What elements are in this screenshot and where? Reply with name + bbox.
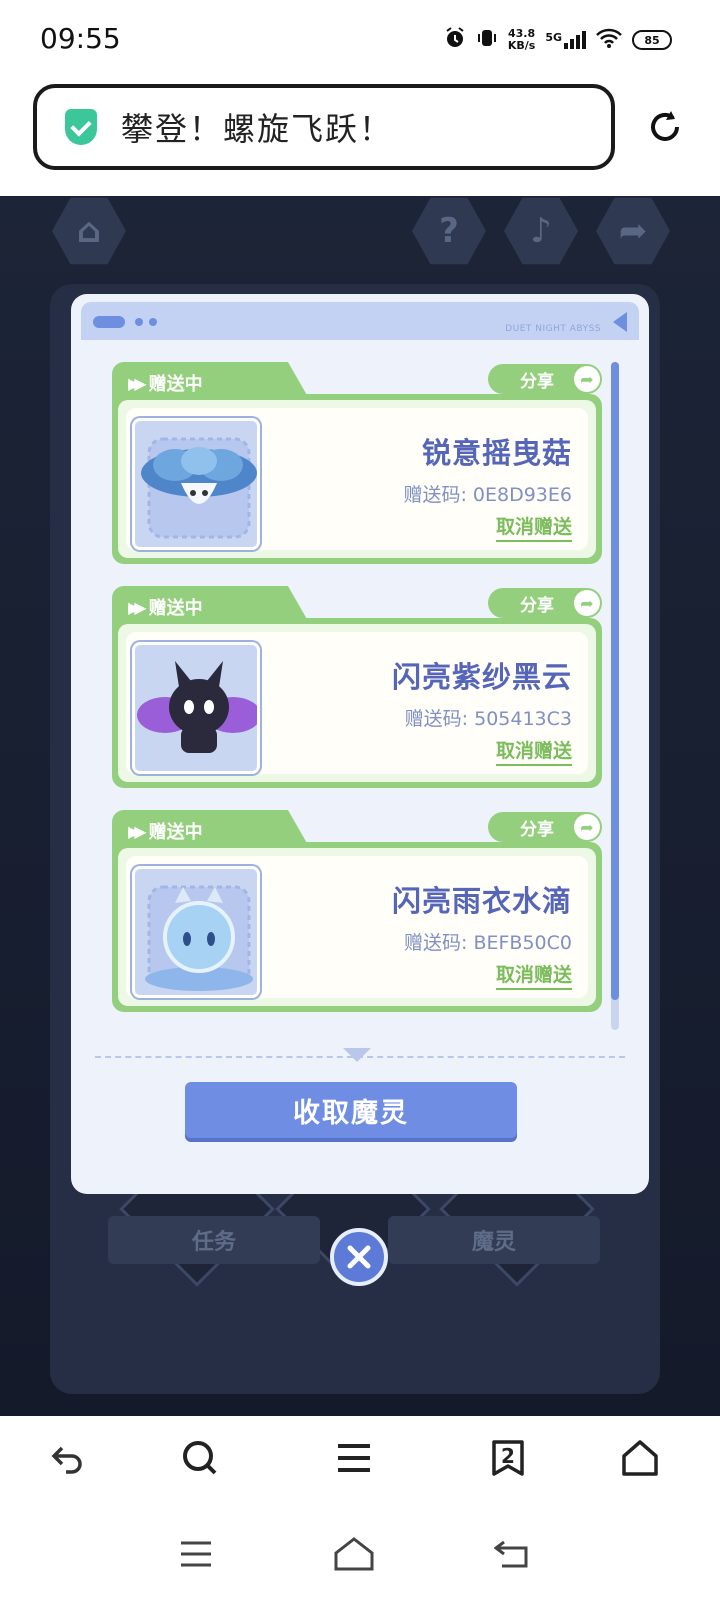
share-label: 分享 xyxy=(520,371,554,392)
modal-header: DUET NIGHT ABYSS xyxy=(81,302,639,340)
gift-status-label: 赠送中 xyxy=(148,822,203,843)
close-button[interactable] xyxy=(330,1228,388,1286)
water-drop-spirit-image xyxy=(132,866,260,998)
card-body: 锐意摇曳菇 赠送码: 0E8D93E6 取消赠送 xyxy=(112,394,602,564)
music-hex-icon[interactable]: ♪ xyxy=(504,197,578,265)
card-content: 闪亮雨衣水滴 赠送码: BEFB50C0 取消赠送 xyxy=(126,856,588,998)
mushroom-spirit-image xyxy=(132,418,260,550)
gift-code: 赠送码: 0E8D93E6 xyxy=(403,484,572,506)
header-triangle-icon xyxy=(613,312,627,332)
system-home-button[interactable] xyxy=(332,1532,376,1576)
share-hex-icon[interactable]: ➦ xyxy=(596,197,670,265)
gift-status-label: 赠送中 xyxy=(148,598,203,619)
gift-code: 赠送码: 505413C3 xyxy=(404,708,572,730)
signal-icon: 5G xyxy=(545,31,586,49)
search-button[interactable] xyxy=(176,1434,224,1482)
system-back-icon xyxy=(494,1540,528,1568)
home-button[interactable] xyxy=(616,1434,664,1482)
item-name: 闪亮紫纱黑云 xyxy=(391,660,572,694)
collect-spirit-button[interactable]: 收取魔灵 xyxy=(185,1082,517,1138)
gift-modal: DUET NIGHT ABYSS ▶▶ 赠送中 分享 ➦ 锐意摇曳菇 赠送码: … xyxy=(71,294,649,1194)
system-navigation xyxy=(0,1512,720,1600)
wifi-icon xyxy=(596,28,622,52)
page-title: 攀登！螺旋飞跃！ xyxy=(121,110,394,148)
fast-forward-icon: ▶▶ xyxy=(128,373,146,393)
header-decoration xyxy=(93,316,125,328)
share-arrow-icon: ➦ xyxy=(574,366,600,392)
task-tab[interactable]: 任务 xyxy=(108,1216,320,1264)
header-brand: DUET NIGHT ABYSS xyxy=(505,324,601,334)
help-hex-icon[interactable]: ? xyxy=(412,197,486,265)
back-icon xyxy=(51,1446,82,1474)
share-button[interactable]: 分享 ➦ xyxy=(488,588,602,618)
menu-icon xyxy=(338,1444,370,1472)
spirit-tab[interactable]: 魔灵 xyxy=(388,1216,600,1264)
card-content: 锐意摇曳菇 赠送码: 0E8D93E6 取消赠送 xyxy=(126,408,588,550)
net-speed: 43.8 KB/s xyxy=(507,27,536,52)
scrollbar-thumb[interactable] xyxy=(611,362,619,1000)
back-button[interactable] xyxy=(44,1434,92,1482)
vibrate-icon xyxy=(476,27,498,53)
item-name: 锐意摇曳菇 xyxy=(421,436,572,470)
recents-button[interactable] xyxy=(174,1532,218,1576)
home-icon xyxy=(622,1440,658,1476)
share-button[interactable]: 分享 ➦ xyxy=(488,812,602,842)
home-hex-icon[interactable]: ⌂ xyxy=(52,197,126,265)
gift-card: ▶▶ 赠送中 分享 ➦ xyxy=(112,586,602,792)
shield-icon xyxy=(65,109,97,145)
fast-forward-icon: ▶▶ xyxy=(128,597,146,617)
card-inner: 锐意摇曳菇 赠送码: 0E8D93E6 取消赠送 xyxy=(118,400,596,558)
reload-button[interactable] xyxy=(642,104,688,150)
tab-count: 2 xyxy=(501,1444,515,1468)
network-label: 5G xyxy=(545,31,562,44)
cancel-gift-link[interactable]: 取消赠送 xyxy=(495,960,572,990)
gift-status-label: 赠送中 xyxy=(148,374,203,395)
status-time: 09:55 xyxy=(40,22,121,55)
battery-icon: 85 xyxy=(632,30,672,50)
header-decoration xyxy=(135,318,143,326)
gift-card: ▶▶ 赠送中 分享 ➦ xyxy=(112,810,602,1016)
close-icon xyxy=(347,1245,371,1269)
search-icon xyxy=(183,1441,217,1475)
browser-title-bar: 攀登！螺旋飞跃！ xyxy=(0,76,720,196)
status-icons: 43.8 KB/s 5G 85 xyxy=(444,26,672,54)
cancel-gift-link[interactable]: 取消赠送 xyxy=(495,512,572,542)
recents-icon xyxy=(181,1541,211,1567)
share-label: 分享 xyxy=(520,819,554,840)
divider-chevron-icon xyxy=(343,1048,371,1062)
card-content: 闪亮紫纱黑云 赠送码: 505413C3 取消赠送 xyxy=(126,632,588,774)
card-inner: 闪亮紫纱黑云 赠送码: 505413C3 取消赠送 xyxy=(118,624,596,782)
menu-button[interactable] xyxy=(330,1434,378,1482)
card-body: 闪亮雨衣水滴 赠送码: BEFB50C0 取消赠送 xyxy=(112,842,602,1012)
system-home-icon xyxy=(334,1537,374,1571)
reload-icon xyxy=(651,111,679,141)
fast-forward-icon: ▶▶ xyxy=(128,821,146,841)
card-body: 闪亮紫纱黑云 赠送码: 505413C3 取消赠送 xyxy=(112,618,602,788)
dark-cloud-spirit-image xyxy=(132,642,260,774)
share-arrow-icon: ➦ xyxy=(574,814,600,840)
item-name: 闪亮雨衣水滴 xyxy=(391,884,572,918)
card-inner: 闪亮雨衣水滴 赠送码: BEFB50C0 取消赠送 xyxy=(118,848,596,1006)
address-box[interactable]: 攀登！螺旋飞跃！ xyxy=(33,84,615,170)
browser-toolbar: 2 xyxy=(0,1416,720,1512)
cancel-gift-link[interactable]: 取消赠送 xyxy=(495,736,572,766)
status-bar: 09:55 43.8 KB/s 5G 85 xyxy=(0,0,720,76)
header-decoration xyxy=(149,318,157,326)
tabs-button[interactable]: 2 xyxy=(484,1434,532,1482)
gift-card: ▶▶ 赠送中 分享 ➦ xyxy=(112,362,602,568)
share-button[interactable]: 分享 ➦ xyxy=(488,364,602,394)
gift-code: 赠送码: BEFB50C0 xyxy=(404,932,572,954)
alarm-icon xyxy=(444,27,466,53)
share-arrow-icon: ➦ xyxy=(574,590,600,616)
system-back-button[interactable] xyxy=(490,1532,534,1576)
share-label: 分享 xyxy=(520,595,554,616)
